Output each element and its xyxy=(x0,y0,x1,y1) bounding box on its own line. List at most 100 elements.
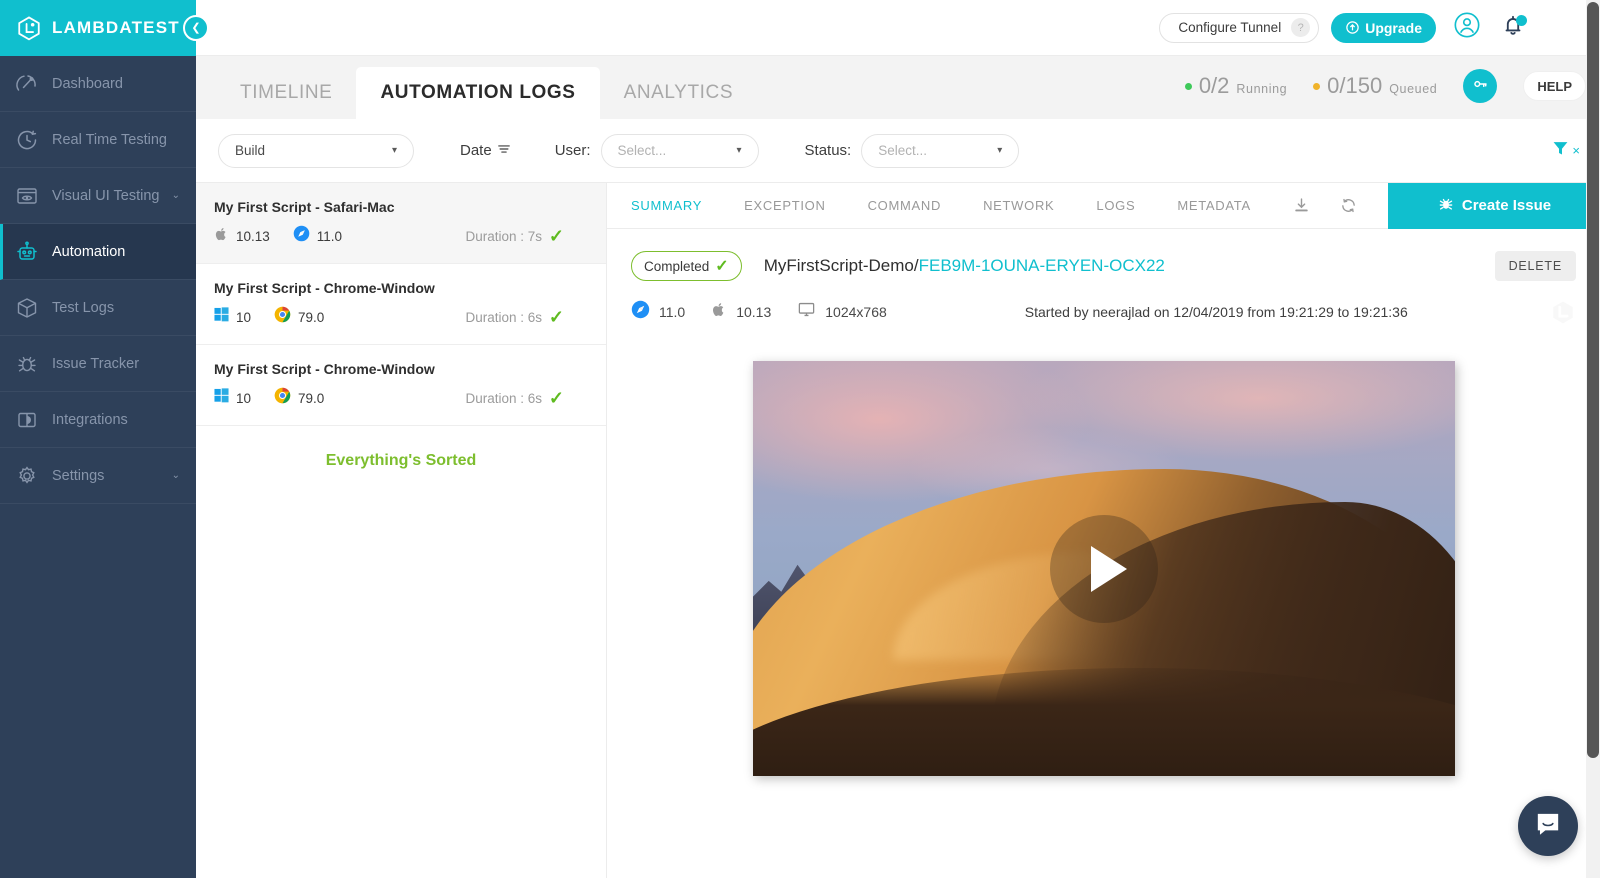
test-list-item[interactable]: My First Script - Safari-Mac 10.13 xyxy=(196,183,606,264)
build-filter-select[interactable]: Build ▾ xyxy=(218,134,414,168)
test-title: My First Script - Safari-Mac xyxy=(214,199,584,215)
tab-exception[interactable]: EXCEPTION xyxy=(744,198,825,213)
sidebar-item-real-time-testing[interactable]: Real Time Testing xyxy=(0,112,196,168)
date-filter-label: Date xyxy=(460,142,492,159)
clear-filters-button[interactable]: × xyxy=(1552,140,1580,162)
sidebar-item-settings[interactable]: Settings ⌄ xyxy=(0,448,196,504)
configure-tunnel-button[interactable]: Configure Tunnel ? xyxy=(1159,13,1319,43)
session-name: MyFirstScript-Demo/FEB9M-1OUNA-ERYEN-OCX… xyxy=(764,256,1165,276)
main-tab-strip: TIMELINE AUTOMATION LOGS ANALYTICS 0/2 R… xyxy=(196,56,1600,119)
tab-network[interactable]: NETWORK xyxy=(983,198,1054,213)
status-filter-group: Status: Select... ▾ xyxy=(805,134,1020,168)
delete-button[interactable]: DELETE xyxy=(1495,251,1576,281)
run-stats: 0/2 Running 0/150 Queued HELP xyxy=(1185,69,1600,119)
help-badge-icon[interactable]: ? xyxy=(1291,18,1310,37)
help-label: HELP xyxy=(1537,79,1572,94)
build-filter-value: Build xyxy=(235,143,265,158)
status-filter-select[interactable]: Select... ▾ xyxy=(861,134,1019,168)
windows-icon xyxy=(214,307,229,327)
status-filter-value: Select... xyxy=(878,143,927,158)
detail-tab-bar: SUMMARY EXCEPTION COMMAND NETWORK LOGS M… xyxy=(607,183,1600,229)
access-key-button[interactable] xyxy=(1463,69,1497,103)
test-meta: 10.13 11.0 Duration : 7s xyxy=(214,225,584,247)
help-button[interactable]: HELP xyxy=(1523,71,1586,101)
chevron-down-icon: ▾ xyxy=(997,145,1002,156)
tab-timeline[interactable]: TIMELINE xyxy=(216,67,356,119)
date-filter-button[interactable]: Date xyxy=(460,142,511,160)
page-scrollbar[interactable] xyxy=(1586,0,1600,878)
session-id[interactable]: FEB9M-1OUNA-ERYEN-OCX22 xyxy=(919,256,1165,275)
sidebar-item-visual-ui-testing[interactable]: Visual UI Testing ⌄ xyxy=(0,168,196,224)
refresh-icon[interactable] xyxy=(1340,197,1357,214)
test-list-item[interactable]: My First Script - Chrome-Window xyxy=(196,345,606,426)
windows-icon xyxy=(214,388,229,408)
download-icon[interactable] xyxy=(1293,197,1310,214)
running-label: Running xyxy=(1236,82,1287,96)
app-root: LAMBDATEST ❮ Dashboard Real Time Testing xyxy=(0,0,1600,878)
arrow-up-circle-icon xyxy=(1345,20,1360,36)
eye-window-icon xyxy=(14,183,40,209)
sidebar-item-automation[interactable]: Automation xyxy=(0,224,196,280)
sidebar-item-label: Issue Tracker xyxy=(52,356,139,372)
tab-automation-logs[interactable]: AUTOMATION LOGS xyxy=(356,67,599,119)
apple-icon xyxy=(711,301,727,323)
main-area: Configure Tunnel ? Upgrade xyxy=(196,0,1600,878)
create-issue-button[interactable]: Create Issue xyxy=(1388,183,1600,229)
test-meta: 10 xyxy=(214,387,584,409)
running-value: 0/2 xyxy=(1199,73,1230,99)
page-scrollbar-thumb[interactable] xyxy=(1587,2,1599,758)
sidebar-item-label: Visual UI Testing xyxy=(52,188,159,204)
test-title: My First Script - Chrome-Window xyxy=(214,280,584,296)
user-filter-label: User: xyxy=(555,142,591,159)
key-icon xyxy=(1471,75,1489,98)
user-filter-select[interactable]: Select... ▾ xyxy=(601,134,759,168)
user-filter-group: User: Select... ▾ xyxy=(555,134,759,168)
gear-icon xyxy=(14,463,40,489)
content-split: My First Script - Safari-Mac 10.13 xyxy=(196,183,1600,878)
tab-analytics[interactable]: ANALYTICS xyxy=(600,67,758,119)
clock-icon xyxy=(14,127,40,153)
account-button[interactable] xyxy=(1452,13,1482,43)
browser-version: 79.0 xyxy=(298,310,324,325)
sidebar-item-dashboard[interactable]: Dashboard xyxy=(0,56,196,112)
safari-icon xyxy=(631,300,650,324)
sidebar-item-test-logs[interactable]: Test Logs xyxy=(0,280,196,336)
sidebar-item-label: Integrations xyxy=(52,412,128,428)
sidebar-item-label: Dashboard xyxy=(52,76,123,92)
queued-stat: 0/150 Queued xyxy=(1313,73,1437,99)
sidebar-item-label: Test Logs xyxy=(52,300,114,316)
create-issue-label: Create Issue xyxy=(1462,197,1551,214)
play-triangle xyxy=(1091,546,1127,592)
play-icon[interactable] xyxy=(1050,515,1158,623)
chevron-down-icon: ▾ xyxy=(737,145,742,156)
lambdatest-logo-icon xyxy=(16,15,42,41)
tab-command[interactable]: COMMAND xyxy=(868,198,942,213)
apple-icon xyxy=(214,226,229,247)
session-env-row: 11.0 10.13 xyxy=(631,299,1576,325)
session-os-version: 10.13 xyxy=(736,304,771,320)
tab-logs[interactable]: LOGS xyxy=(1096,198,1135,213)
intercom-chat-button[interactable] xyxy=(1518,796,1578,856)
session-video-player[interactable] xyxy=(753,361,1455,776)
sidebar-collapse-button[interactable]: ❮ xyxy=(183,15,209,41)
test-list-panel[interactable]: My First Script - Safari-Mac 10.13 xyxy=(196,183,607,878)
test-environment: 10 xyxy=(214,387,324,409)
sidebar-item-issue-tracker[interactable]: Issue Tracker xyxy=(0,336,196,392)
sidebar: LAMBDATEST ❮ Dashboard Real Time Testing xyxy=(0,0,196,878)
notifications-button[interactable] xyxy=(1498,13,1528,43)
test-list-item[interactable]: My First Script - Chrome-Window xyxy=(196,264,606,345)
check-icon: ✓ xyxy=(549,307,564,328)
session-browser-version: 11.0 xyxy=(659,304,685,320)
user-circle-icon xyxy=(1453,11,1481,44)
detail-panel: SUMMARY EXCEPTION COMMAND NETWORK LOGS M… xyxy=(607,183,1600,878)
tab-summary[interactable]: SUMMARY xyxy=(631,198,702,213)
sidebar-item-integrations[interactable]: Integrations xyxy=(0,392,196,448)
session-title-row: Completed ✓ MyFirstScript-Demo/FEB9M-1OU… xyxy=(631,251,1576,281)
bug-icon xyxy=(1437,195,1455,217)
upgrade-button[interactable]: Upgrade xyxy=(1331,13,1436,43)
status-filter-label: Status: xyxy=(805,142,852,159)
safari-icon xyxy=(293,225,310,247)
browser-version: 11.0 xyxy=(317,229,342,244)
tab-metadata[interactable]: METADATA xyxy=(1177,198,1251,213)
dashboard-gauge-icon xyxy=(14,71,40,97)
